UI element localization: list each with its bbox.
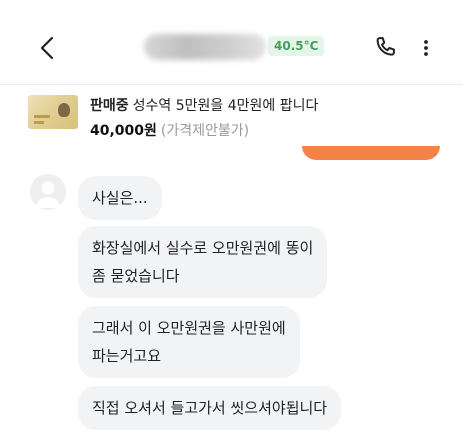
- product-thumbnail: [28, 95, 78, 129]
- call-button[interactable]: [372, 34, 400, 62]
- message-bubble: 직접 오셔서 들고가서 씻으셔야됩니다: [78, 386, 342, 430]
- product-price: 40,000원: [90, 123, 157, 139]
- avatar[interactable]: [30, 174, 66, 210]
- message-text: 직접 오셔서 들고가서 씻으셔야됩니다: [92, 399, 328, 417]
- message-bubble: 화장실에서 실수로 오만원권에 똥이 좀 묻었습니다: [78, 226, 328, 298]
- message-bubble: 그래서 이 오만원권을 사만원에 파는거고요: [78, 306, 300, 378]
- blurred-username: [144, 34, 266, 60]
- product-title: 성수역 5만원을 4만원에 팝니다: [132, 98, 319, 114]
- sale-status-label: 판매중: [90, 98, 129, 114]
- phone-icon: [376, 37, 395, 56]
- product-title-line: 판매중 성수역 5만원을 4만원에 팝니다: [90, 97, 318, 115]
- message-text: 그래서 이 오만원권을 사만원에: [92, 319, 286, 337]
- action-button[interactable]: [302, 146, 440, 160]
- manner-temperature-badge: 40.5°C: [268, 36, 325, 56]
- more-options-button[interactable]: [418, 34, 434, 62]
- message-bubble: 사실은...: [78, 176, 162, 220]
- product-summary[interactable]: 판매중 성수역 5만원을 4만원에 팝니다 40,000원 (가격제안불가): [0, 85, 463, 147]
- price-note: (가격제안불가): [160, 123, 250, 139]
- message-text: 화장실에서 실수로 오만원권에 똥이: [92, 239, 314, 257]
- message-text: 좀 묻었습니다: [92, 267, 180, 285]
- chevron-left-icon: [40, 36, 54, 60]
- user-icon: [35, 181, 61, 208]
- message-text: 파는거고요: [92, 347, 162, 365]
- more-vertical-icon: [424, 40, 428, 56]
- message-text: 사실은...: [92, 189, 148, 207]
- chat-header: 40.5°C: [0, 0, 463, 84]
- back-button[interactable]: [34, 32, 62, 64]
- product-price-line: 40,000원 (가격제안불가): [90, 122, 249, 140]
